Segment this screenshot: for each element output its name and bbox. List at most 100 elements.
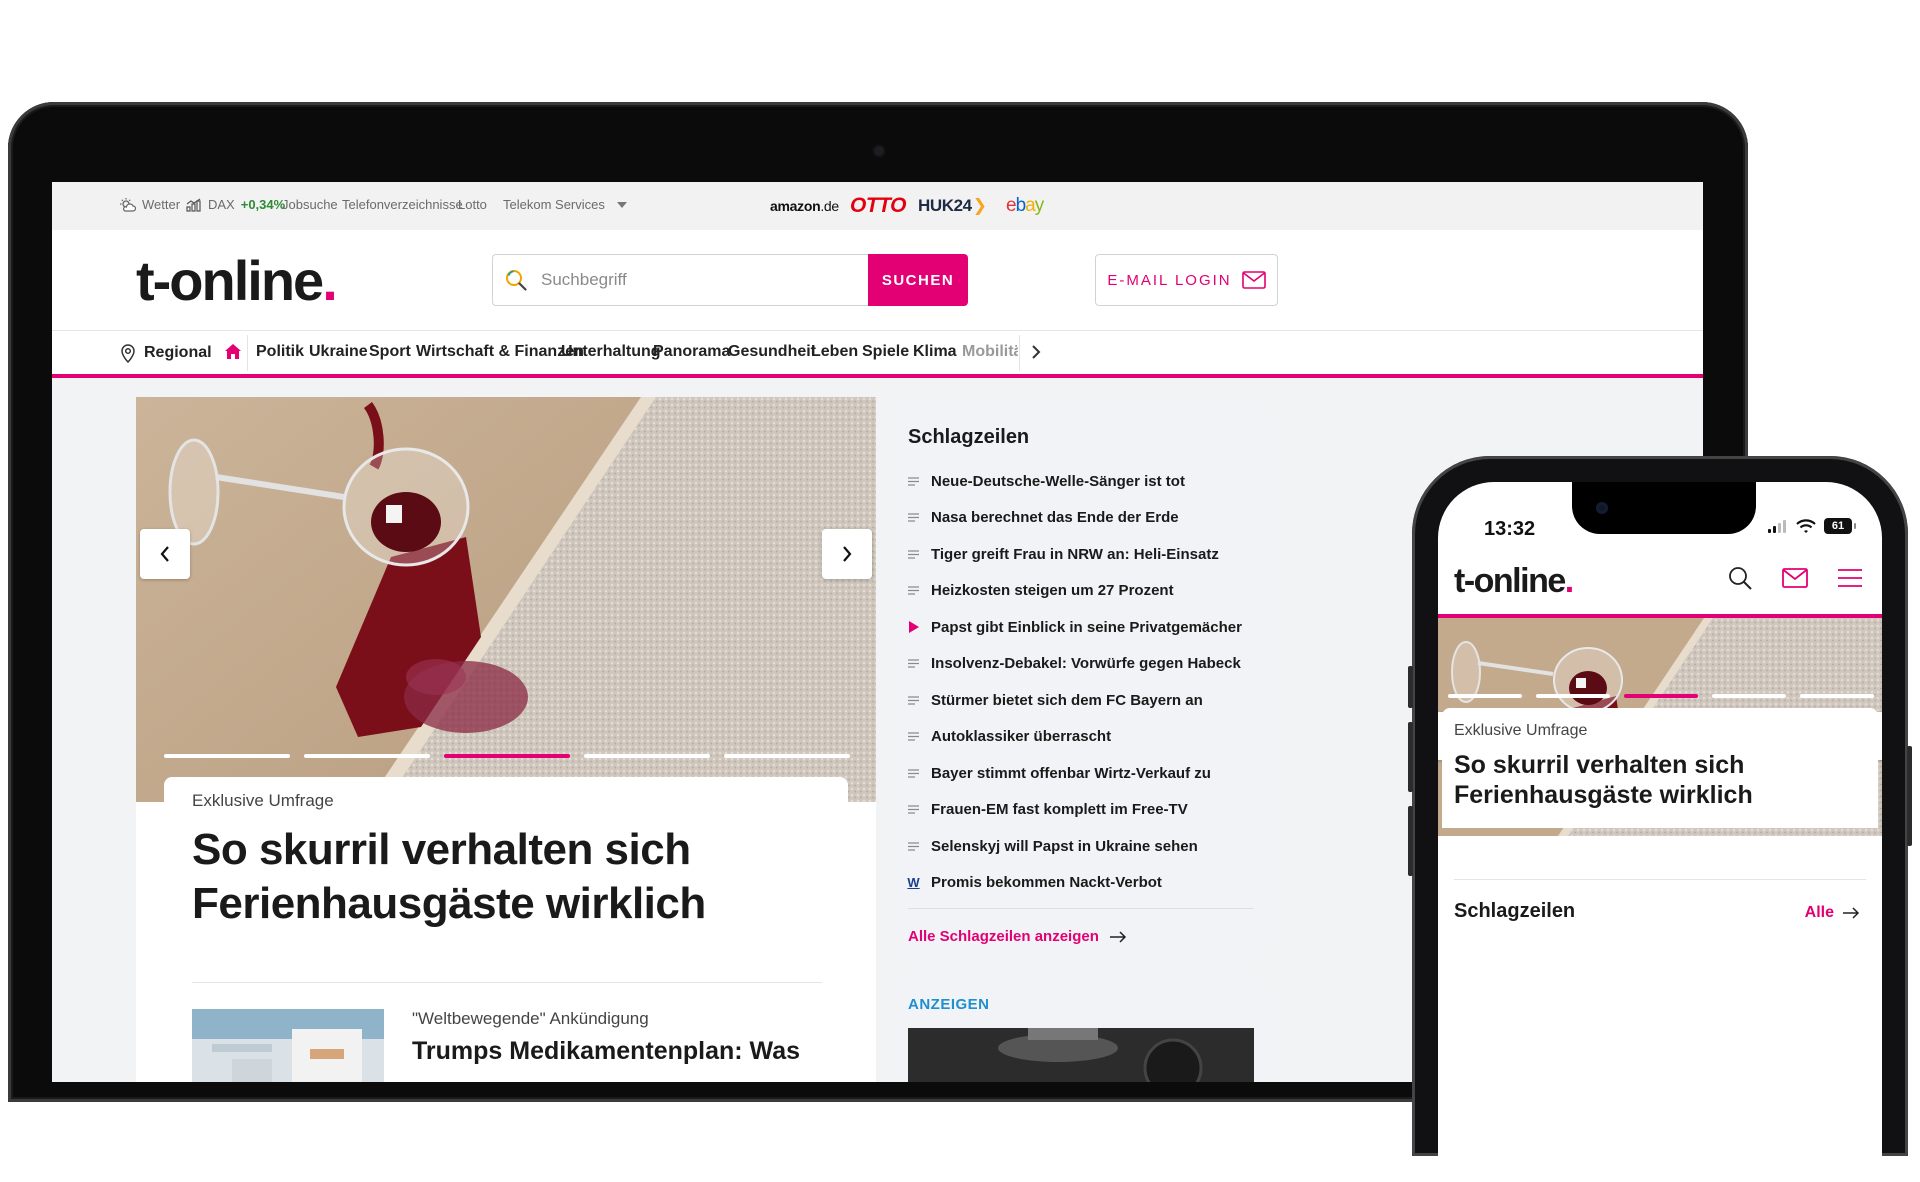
- partner-otto-logo[interactable]: OTTO: [850, 192, 906, 220]
- mobile-hero-headline[interactable]: So skurril verhalten sich Ferienhausgäst…: [1454, 750, 1866, 810]
- telekom-services-label: Telekom Services: [503, 197, 605, 212]
- slider-dot[interactable]: [164, 754, 290, 758]
- all-headlines-link[interactable]: Alle Schlagzeilen anzeigen: [908, 928, 1127, 945]
- teaser-headline[interactable]: Trumps Medikamentenplan: Was: [412, 1037, 800, 1066]
- hero-prev-button[interactable]: [140, 529, 190, 579]
- status-icons: 61: [1768, 518, 1856, 534]
- schlagzeilen-list: Neue-Deutsche-Welle-Sänger ist tot Nasa b…: [907, 463, 1258, 902]
- headline-item[interactable]: Papst gibt Einblick in seine Privatgemäc…: [908, 609, 1258, 646]
- partner-huk24-logo[interactable]: HUK24 ❯: [918, 192, 987, 220]
- headline-item[interactable]: Neue-Deutsche-Welle-Sänger ist tot: [908, 463, 1258, 500]
- otto-logo-text: OTTO: [850, 194, 906, 217]
- hamburger-menu-icon[interactable]: [1838, 569, 1862, 587]
- headline-item[interactable]: Selenskyj will Papst in Ukraine sehen: [908, 828, 1258, 865]
- headline-item[interactable]: Stürmer bietet sich dem FC Bayern an: [908, 682, 1258, 719]
- nav-item-wirtschaft-finanzen[interactable]: Wirtschaft & Finanzen: [416, 343, 584, 361]
- ad-photo: [908, 1028, 1254, 1082]
- telefonverzeichnisse-link[interactable]: Telefonverzeichnisse: [342, 197, 463, 212]
- mobile-schlagzeilen-title: Schlagzeilen: [1454, 900, 1576, 922]
- teaser-photo: [192, 1009, 384, 1082]
- search-input[interactable]: Suchbegriff: [492, 254, 868, 306]
- lines-icon: [908, 805, 919, 814]
- nav-item-leben[interactable]: Leben: [811, 343, 858, 361]
- headline-item[interactable]: Bayer stimmt offenbar Wirtz-Verkauf zu: [908, 755, 1258, 792]
- hero-image[interactable]: [136, 397, 876, 802]
- phone-button: [1907, 746, 1912, 846]
- headline-item[interactable]: Nasa berechnet das Ende der Erde: [908, 500, 1258, 537]
- lotto-link[interactable]: Lotto: [458, 197, 487, 212]
- slider-dot[interactable]: [1536, 694, 1610, 698]
- headline-item[interactable]: Tiger greift Frau in NRW an: Heli-Einsat…: [908, 536, 1258, 573]
- nav-item-spiele[interactable]: Spiele: [862, 343, 909, 361]
- lines-icon: [908, 732, 919, 741]
- hero-headline[interactable]: So skurril verhalten sich Ferienhausgäst…: [192, 823, 820, 931]
- headline-text: Frauen-EM fast komplett im Free-TV: [931, 801, 1188, 819]
- search-icon[interactable]: [1728, 566, 1752, 590]
- teaser-image[interactable]: [192, 1009, 384, 1082]
- nav-item-unterhaltung[interactable]: Unterhaltung: [561, 343, 661, 361]
- t-online-logo[interactable]: t-online.: [136, 248, 338, 313]
- weather-link[interactable]: Wetter: [120, 197, 180, 212]
- headline-text: Stürmer bietet sich dem FC Bayern an: [931, 691, 1203, 709]
- slider-dot[interactable]: [444, 754, 570, 758]
- signal-icon: [1768, 519, 1786, 533]
- partner-ebay-logo[interactable]: ebay: [1006, 192, 1044, 220]
- nav-item-gesundheit[interactable]: Gesundheit: [728, 343, 816, 361]
- search-button[interactable]: SUCHEN: [868, 254, 968, 306]
- nav-scroll-right-button[interactable]: [1031, 344, 1041, 365]
- slider-dot[interactable]: [1448, 694, 1522, 698]
- mail-icon[interactable]: [1782, 568, 1808, 588]
- jobsuche-link[interactable]: Jobsuche: [282, 197, 338, 212]
- nav-item-ukraine[interactable]: Ukraine: [309, 343, 368, 361]
- email-login-button[interactable]: E-MAIL LOGIN: [1095, 254, 1278, 306]
- nav-item-mobilitaet[interactable]: Mobilität: [962, 343, 1018, 361]
- headline-text: Papst gibt Einblick in seine Privatgemäc…: [931, 618, 1242, 636]
- nav-item-klima[interactable]: Klima: [913, 343, 957, 361]
- hero-next-button[interactable]: [822, 529, 872, 579]
- mobile-logo-text: t-online: [1454, 562, 1566, 600]
- huk24-arrow-icon: ❯: [972, 196, 987, 215]
- telekom-services-dropdown[interactable]: Telekom Services: [503, 197, 627, 212]
- hero-text-box[interactable]: Exklusive Umfrage So skurril verhalten s…: [164, 777, 848, 937]
- ebay-logo-b: b: [1015, 195, 1027, 216]
- dax-link[interactable]: DAX +0,34%: [186, 197, 285, 212]
- partner-amazon-logo[interactable]: amazon .de: [770, 192, 839, 220]
- nav-item-politik[interactable]: Politik: [256, 343, 304, 361]
- slider-dot[interactable]: [1800, 694, 1874, 698]
- telefonverzeichnisse-label: Telefonverzeichnisse: [342, 197, 463, 212]
- slider-dot[interactable]: [724, 754, 850, 758]
- nav-item-sport[interactable]: Sport: [369, 343, 411, 361]
- phone-notch: [1572, 482, 1756, 534]
- mobile-header-icons: [1728, 566, 1862, 590]
- nav-item-panorama[interactable]: Panorama: [653, 343, 730, 361]
- caret-down-icon: [616, 201, 627, 208]
- slider-dot[interactable]: [584, 754, 710, 758]
- nav-item-home[interactable]: [224, 343, 242, 365]
- teaser-divider: [192, 982, 822, 983]
- slider-dot[interactable]: [1624, 694, 1698, 698]
- phone-frame: 13:32 61 t-online. Exklusive Umfrage So …: [1408, 456, 1912, 1182]
- headline-item[interactable]: Autoklassiker überrascht: [908, 719, 1258, 756]
- nav-divider: [1019, 335, 1020, 371]
- slider-dot[interactable]: [304, 754, 430, 758]
- chevron-right-icon: [1032, 345, 1041, 359]
- ad-image[interactable]: [908, 1028, 1254, 1082]
- main-teaser: Exklusive Umfrage So skurril verhalten s…: [136, 397, 876, 1082]
- mobile-hero-headline-line-2: Ferienhausgäste wirklich: [1454, 781, 1753, 809]
- hero-photo: [136, 397, 876, 802]
- nav-divider: [247, 335, 248, 371]
- mobile-logo[interactable]: t-online.: [1454, 562, 1574, 601]
- headline-item[interactable]: Insolvenz-Debakel: Vorwürfe gegen Habeck: [908, 646, 1258, 683]
- nav-item-regional[interactable]: Regional: [120, 343, 212, 363]
- headline-item[interactable]: Heizkosten steigen um 27 Prozent: [908, 573, 1258, 610]
- lines-icon: [908, 696, 919, 705]
- headline-item[interactable]: Frauen-EM fast komplett im Free-TV: [908, 792, 1258, 829]
- headline-text: Neue-Deutsche-Welle-Sänger ist tot: [931, 472, 1185, 490]
- mobile-hero-text-box[interactable]: Exklusive Umfrage So skurril verhalten s…: [1442, 708, 1878, 828]
- headline-item[interactable]: W Promis bekommen Nackt-Verbot: [907, 865, 1258, 902]
- lines-icon: [908, 769, 919, 778]
- slider-dot[interactable]: [1712, 694, 1786, 698]
- mobile-header: t-online.: [1438, 558, 1882, 608]
- mobile-all-link[interactable]: Alle: [1805, 904, 1860, 922]
- hero-headline-line-2: Ferienhausgäste wirklich: [192, 879, 706, 928]
